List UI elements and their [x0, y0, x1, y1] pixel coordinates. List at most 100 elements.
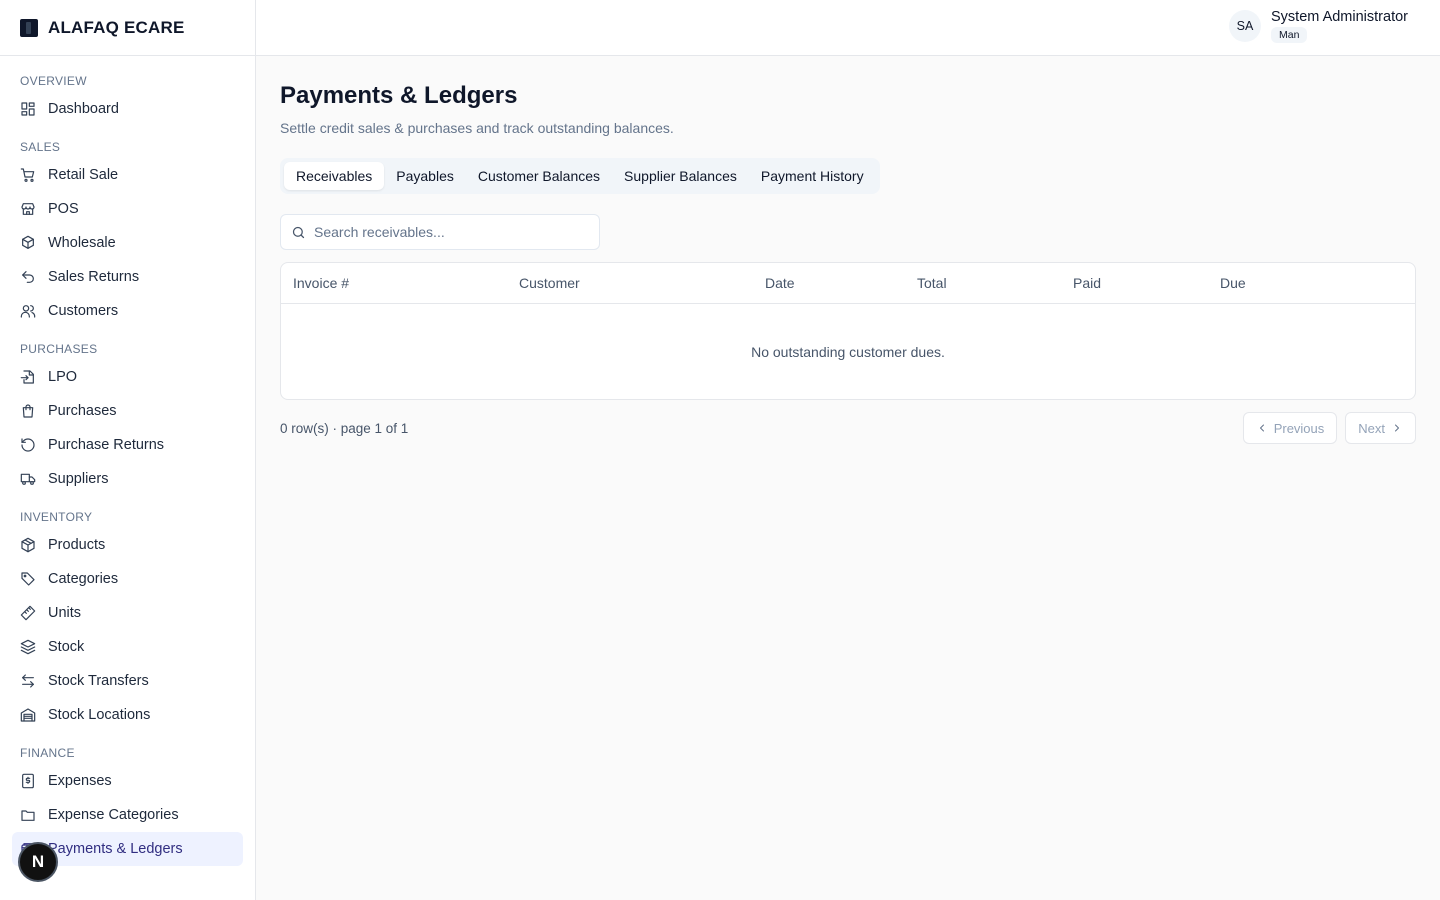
- sidebar-item-label: Products: [48, 537, 106, 553]
- tab-payment-history[interactable]: Payment History: [749, 162, 876, 190]
- nav-section-overview: OVERVIEW Dashboard: [12, 70, 243, 126]
- warehouse-icon: [20, 708, 36, 722]
- column-header-total[interactable]: Total: [905, 275, 1061, 291]
- brand[interactable]: ALAFAQ ECARE: [0, 0, 255, 56]
- main-content: Payments & Ledgers Settle credit sales &…: [256, 56, 1440, 900]
- truck-icon: [20, 473, 36, 485]
- search-input[interactable]: [314, 224, 574, 240]
- sidebar-item-label: Retail Sale: [48, 167, 119, 183]
- sidebar-item-expenses[interactable]: Expenses: [12, 764, 243, 798]
- previous-label: Previous: [1273, 420, 1325, 436]
- floating-n-badge[interactable]: N: [18, 842, 58, 882]
- search-box[interactable]: [280, 214, 600, 250]
- sidebar-item-label: Stock Transfers: [48, 673, 149, 689]
- sidebar-item-units[interactable]: Units: [12, 596, 243, 630]
- tab-list: Receivables Payables Customer Balances S…: [280, 158, 880, 194]
- sidebar-item-label: POS: [48, 201, 79, 217]
- sidebar-item-purchases[interactable]: Purchases: [12, 394, 243, 428]
- sidebar-item-pos[interactable]: POS: [12, 192, 243, 226]
- user-menu[interactable]: SA System Administrator Man: [1229, 9, 1408, 43]
- top-header: SA System Administrator Man: [256, 0, 1440, 56]
- sidebar-item-expense-categories[interactable]: Expense Categories: [12, 798, 243, 832]
- undo-icon: [22, 271, 34, 283]
- section-title: FINANCE: [20, 746, 75, 760]
- sidebar-item-stock-transfers[interactable]: Stock Transfers: [12, 664, 243, 698]
- sidebar-item-suppliers[interactable]: Suppliers: [12, 462, 243, 496]
- section-title: PURCHASES: [20, 342, 98, 356]
- sidebar: ALAFAQ ECARE OVERVIEW Dashboard SALES Re…: [0, 0, 256, 900]
- nav-section-purchases: PURCHASES LPO Purchases Purchase Returns…: [12, 338, 243, 496]
- boxes-icon: [22, 235, 34, 249]
- row-count: 0 row(s) · page 1 of 1: [280, 420, 409, 436]
- table-header: Invoice # Customer Date Total Paid Due: [281, 263, 1415, 304]
- pagination: Previous Next: [1242, 412, 1416, 444]
- brand-name: ALAFAQ ECARE: [48, 17, 185, 37]
- tab-receivables[interactable]: Receivables: [284, 162, 385, 190]
- users-icon: [20, 305, 36, 318]
- sidebar-item-label: Expense Categories: [48, 807, 179, 823]
- tag-icon: [21, 572, 35, 586]
- sidebar-item-label: Purchases: [48, 403, 117, 419]
- sidebar-item-customers[interactable]: Customers: [12, 294, 243, 328]
- sidebar-item-label: Customers: [48, 303, 119, 319]
- column-header-paid[interactable]: Paid: [1061, 275, 1208, 291]
- column-header-due[interactable]: Due: [1208, 275, 1408, 291]
- sidebar-item-retail-sale[interactable]: Retail Sale: [12, 158, 243, 192]
- sidebar-item-label: Categories: [48, 571, 119, 587]
- brand-logo-icon: [20, 18, 38, 37]
- receipt-icon: [22, 773, 34, 789]
- section-title: OVERVIEW: [20, 74, 87, 88]
- sidebar-item-wholesale[interactable]: Wholesale: [12, 226, 243, 260]
- sidebar-item-label: Dashboard: [48, 101, 119, 117]
- sidebar-item-label: Purchase Returns: [48, 437, 165, 453]
- previous-button[interactable]: Previous: [1242, 412, 1338, 444]
- page-subtitle: Settle credit sales & purchases and trac…: [280, 120, 674, 136]
- next-button[interactable]: Next: [1345, 412, 1416, 444]
- chevron-left-icon: [1259, 424, 1264, 432]
- sidebar-item-stock[interactable]: Stock: [12, 630, 243, 664]
- sidebar-item-label: Wholesale: [48, 235, 116, 251]
- tab-supplier-balances[interactable]: Supplier Balances: [612, 162, 749, 190]
- sidebar-nav: OVERVIEW Dashboard SALES Retail Sale POS…: [0, 56, 255, 866]
- column-header-date[interactable]: Date: [753, 275, 905, 291]
- chevron-right-icon: [1395, 424, 1399, 432]
- ruler-icon: [20, 605, 36, 621]
- folder-icon: [21, 810, 35, 821]
- avatar[interactable]: SA: [1229, 10, 1261, 42]
- nav-section-inventory: INVENTORY Products Categories Units Stoc…: [12, 506, 243, 732]
- column-header-customer[interactable]: Customer: [507, 275, 753, 291]
- tab-payables[interactable]: Payables: [384, 162, 466, 190]
- page-title: Payments & Ledgers: [280, 82, 518, 109]
- sidebar-item-label: Stock Locations: [48, 707, 151, 723]
- dashboard-icon: [21, 102, 35, 116]
- sidebar-item-label: Sales Returns: [48, 269, 140, 285]
- sidebar-item-products[interactable]: Products: [12, 528, 243, 562]
- sidebar-item-label: Stock: [48, 639, 85, 655]
- user-role-badge: Man: [1271, 27, 1308, 43]
- sidebar-item-lpo[interactable]: LPO: [12, 360, 243, 394]
- column-header-invoice[interactable]: Invoice #: [281, 275, 507, 291]
- nav-section-sales: SALES Retail Sale POS Wholesale Sales Re…: [12, 136, 243, 328]
- section-title: SALES: [20, 140, 61, 154]
- sidebar-item-dashboard[interactable]: Dashboard: [12, 92, 243, 126]
- tab-customer-balances[interactable]: Customer Balances: [466, 162, 612, 190]
- sidebar-item-label: Payments & Ledgers: [48, 841, 183, 857]
- sidebar-item-purchase-returns[interactable]: Purchase Returns: [12, 428, 243, 462]
- shopping-bag-icon: [22, 404, 34, 418]
- sidebar-item-sales-returns[interactable]: Sales Returns: [12, 260, 243, 294]
- section-title: INVENTORY: [20, 510, 93, 524]
- sidebar-item-label: Units: [48, 605, 82, 621]
- user-name: System Administrator: [1271, 9, 1408, 25]
- sidebar-item-categories[interactable]: Categories: [12, 562, 243, 596]
- empty-state-message: No outstanding customer dues.: [751, 343, 945, 360]
- sidebar-item-stock-locations[interactable]: Stock Locations: [12, 698, 243, 732]
- file-import-icon: [20, 370, 34, 384]
- arrows-left-right-icon: [22, 674, 34, 688]
- next-label: Next: [1358, 420, 1385, 436]
- sidebar-item-label: Suppliers: [48, 471, 109, 487]
- cart-icon: [20, 168, 35, 182]
- sidebar-item-label: Expenses: [48, 773, 112, 789]
- rotate-ccw-icon: [21, 438, 35, 452]
- receivables-table: Invoice # Customer Date Total Paid Due N…: [280, 262, 1416, 400]
- search-icon: [292, 226, 305, 238]
